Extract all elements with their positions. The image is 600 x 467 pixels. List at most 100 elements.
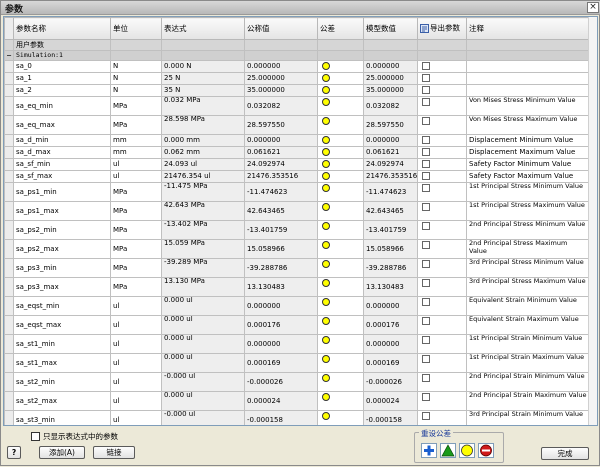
export-cell[interactable]	[417, 146, 467, 159]
tolerance-cell[interactable]	[317, 258, 364, 278]
tolerance-cell[interactable]	[317, 201, 364, 221]
group-row-simulation[interactable]: − Simulation:1	[4, 50, 590, 61]
tolerance-indicator-icon[interactable]	[322, 374, 330, 382]
expression-cell[interactable]: 0.000 ul	[161, 334, 245, 354]
tolerance-indicator-icon[interactable]	[322, 336, 330, 344]
tolerance-indicator-icon[interactable]	[322, 85, 330, 94]
tolerance-cell[interactable]	[317, 277, 364, 297]
row-header[interactable]	[4, 277, 14, 297]
comment-cell[interactable]: Equivalent Strain Minimum Value	[466, 296, 590, 316]
export-checkbox[interactable]	[422, 203, 430, 211]
tolerance-cell[interactable]	[317, 334, 364, 354]
param-name-cell[interactable]: sa_st2_max	[13, 391, 111, 411]
tolerance-cell[interactable]	[317, 84, 364, 97]
param-name-cell[interactable]: sa_eq_min	[13, 96, 111, 116]
expression-cell[interactable]: 0.000 ul	[161, 315, 245, 335]
param-name-cell[interactable]: sa_ps2_max	[13, 239, 111, 259]
table-row[interactable]: sa_ps3_max MPa 13.130 MPa 13.130483 13.13048…	[4, 277, 590, 297]
unit-cell[interactable]: N	[110, 72, 162, 85]
row-header[interactable]	[4, 170, 14, 183]
expression-cell[interactable]: 0.000 N	[161, 60, 245, 73]
table-row[interactable]: sa_eq_max MPa 28.598 MPa 28.597550 28.597550…	[4, 115, 590, 135]
export-cell[interactable]	[417, 258, 467, 278]
export-cell[interactable]	[417, 134, 467, 147]
group-row-user-params[interactable]: 用户参数	[4, 39, 590, 51]
row-header[interactable]	[4, 258, 14, 278]
unit-cell[interactable]: MPa	[110, 182, 162, 202]
row-header[interactable]	[4, 334, 14, 354]
tolerance-cell[interactable]	[317, 115, 364, 135]
row-header[interactable]	[4, 372, 14, 392]
export-cell[interactable]	[417, 115, 467, 135]
param-name-cell[interactable]: sa_st2_min	[13, 372, 111, 392]
param-name-cell[interactable]: sa_st1_min	[13, 334, 111, 354]
table-row[interactable]: sa_sf_max ul 21476.354 ul 21476.353516 21476…	[4, 170, 590, 183]
upper-tolerance-button[interactable]	[421, 443, 437, 458]
tolerance-cell[interactable]	[317, 372, 364, 392]
expression-cell[interactable]: -39.289 MPa	[161, 258, 245, 278]
tolerance-cell[interactable]	[317, 182, 364, 202]
help-button[interactable]: ?	[7, 446, 21, 459]
row-header[interactable]	[4, 296, 14, 316]
table-row[interactable]: sa_ps1_min MPa -11.475 MPa -11.474623 -11.47…	[4, 182, 590, 202]
tolerance-cell[interactable]	[317, 239, 364, 259]
tolerance-indicator-icon[interactable]	[322, 412, 330, 420]
unit-cell[interactable]: ul	[110, 410, 162, 425]
nominal-tolerance-button[interactable]	[459, 443, 475, 458]
export-checkbox[interactable]	[422, 135, 430, 144]
expression-cell[interactable]: 0.000 mm	[161, 134, 245, 147]
export-cell[interactable]	[417, 410, 467, 425]
tolerance-indicator-icon[interactable]	[322, 317, 330, 325]
export-cell[interactable]	[417, 353, 467, 373]
export-cell[interactable]	[417, 84, 467, 97]
comment-cell[interactable]: Displacement Maximum Value	[466, 146, 590, 159]
row-header[interactable]	[4, 239, 14, 259]
lower-tolerance-button[interactable]	[478, 443, 494, 458]
comment-cell[interactable]: 1st Principal Strain Minimum Value	[466, 334, 590, 354]
unit-cell[interactable]: MPa	[110, 258, 162, 278]
param-name-cell[interactable]: sa_ps3_max	[13, 277, 111, 297]
unit-cell[interactable]: ul	[110, 391, 162, 411]
export-checkbox[interactable]	[422, 222, 430, 230]
col-header-export[interactable]: 导出参数	[417, 17, 467, 40]
expression-cell[interactable]: 21476.354 ul	[161, 170, 245, 183]
table-row[interactable]: sa_ps3_min MPa -39.289 MPa -39.288786 -39.28…	[4, 258, 590, 278]
vertical-scrollbar[interactable]	[588, 17, 597, 425]
table-row[interactable]: sa_ps2_max MPa 15.059 MPa 15.058966 15.05896…	[4, 239, 590, 259]
unit-cell[interactable]: ul	[110, 158, 162, 171]
comment-cell[interactable]: 3rd Principal Stress Maximum Value	[466, 277, 590, 297]
unit-cell[interactable]: MPa	[110, 115, 162, 135]
export-checkbox[interactable]	[422, 336, 430, 344]
expression-cell[interactable]: -13.402 MPa	[161, 220, 245, 240]
comment-cell[interactable]: 2nd Principal Stress Maximum Value	[466, 239, 590, 259]
tolerance-indicator-icon[interactable]	[322, 279, 330, 287]
row-header[interactable]	[4, 182, 14, 202]
export-cell[interactable]	[417, 158, 467, 171]
tolerance-indicator-icon[interactable]	[322, 61, 330, 70]
expression-cell[interactable]: 0.062 mm	[161, 146, 245, 159]
export-checkbox[interactable]	[422, 279, 430, 287]
unit-cell[interactable]: ul	[110, 315, 162, 335]
param-name-cell[interactable]: sa_ps1_min	[13, 182, 111, 202]
unit-cell[interactable]: MPa	[110, 239, 162, 259]
comment-cell[interactable]: Displacement Minimum Value	[466, 134, 590, 147]
export-checkbox[interactable]	[422, 298, 430, 306]
unit-cell[interactable]: ul	[110, 372, 162, 392]
expression-cell[interactable]: 0.032 MPa	[161, 96, 245, 116]
row-header[interactable]	[4, 315, 14, 335]
unit-cell[interactable]: MPa	[110, 277, 162, 297]
comment-cell[interactable]: Equivalent Strain Maximum Value	[466, 315, 590, 335]
param-name-cell[interactable]: sa_2	[13, 84, 111, 97]
done-button[interactable]: 完成	[541, 447, 589, 460]
export-cell[interactable]	[417, 220, 467, 240]
median-tolerance-button[interactable]	[440, 443, 456, 458]
tolerance-indicator-icon[interactable]	[322, 171, 330, 180]
param-name-cell[interactable]: sa_st1_max	[13, 353, 111, 373]
unit-cell[interactable]: mm	[110, 146, 162, 159]
export-cell[interactable]	[417, 182, 467, 202]
export-checkbox[interactable]	[422, 412, 430, 420]
tolerance-cell[interactable]	[317, 60, 364, 73]
export-cell[interactable]	[417, 334, 467, 354]
param-name-cell[interactable]: sa_eqst_max	[13, 315, 111, 335]
row-header[interactable]	[4, 353, 14, 373]
